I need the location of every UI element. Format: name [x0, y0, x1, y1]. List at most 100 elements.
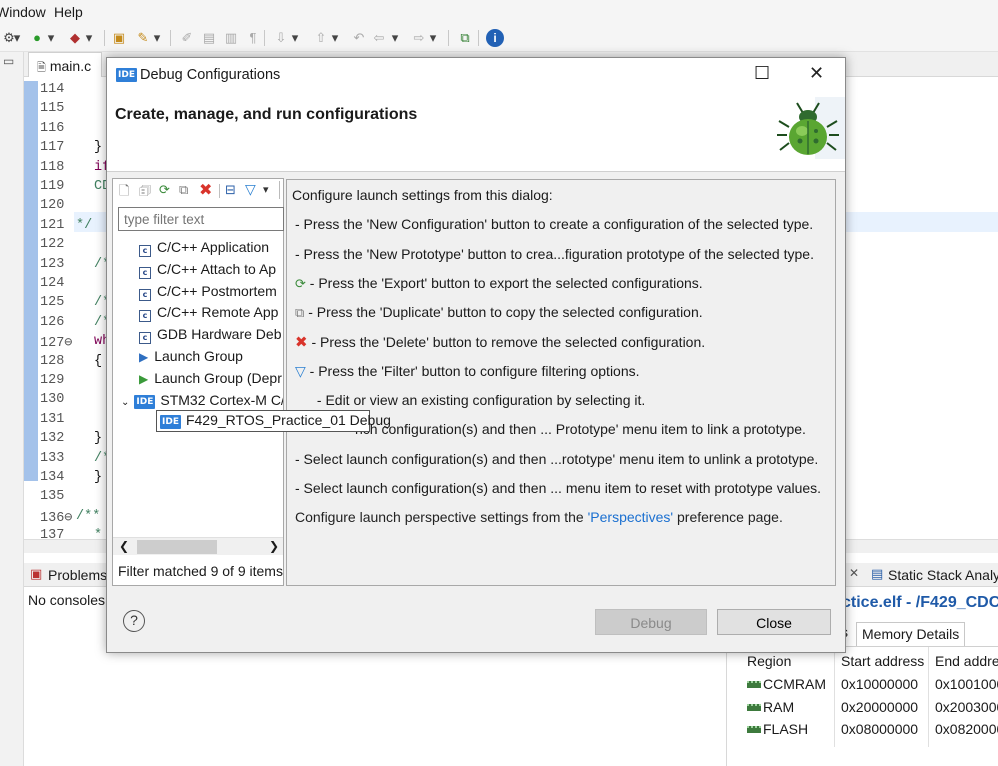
tree-item[interactable]: c C/C++ Application	[139, 237, 283, 257]
dropdown-arrow-icon[interactable]: ▾	[330, 29, 340, 47]
toolbar-separator	[448, 30, 449, 46]
launch-group-icon: ▶	[139, 350, 149, 364]
back-icon[interactable]: ⇦	[370, 29, 388, 47]
duplicate-icon[interactable]: ⧉	[179, 182, 188, 198]
column-header[interactable]: Region	[747, 653, 791, 669]
dropdown-arrow-icon[interactable]: ▾	[390, 29, 400, 47]
tree-item[interactable]: c C/C++ Attach to Ap	[139, 259, 283, 279]
tree-item[interactable]: c C/C++ Remote App	[139, 302, 283, 323]
forward-icon[interactable]: ⇨	[410, 29, 428, 47]
table-cell: RAM	[763, 698, 795, 715]
c-application-icon: c	[139, 332, 151, 345]
minimize-icon[interactable]: ▭	[3, 54, 14, 68]
table-cell: CCMRAM	[763, 676, 826, 692]
code-text: {	[94, 353, 103, 369]
tree-item[interactable]: ⌄ IDE STM32 Cortex-M C/	[121, 390, 283, 410]
scroll-left-icon[interactable]: ❮	[119, 539, 129, 553]
tree-item[interactable]: c GDB Hardware Deb	[139, 324, 283, 345]
subtab-memory-details[interactable]: Memory Details	[856, 622, 966, 646]
ide-icon: IDE	[160, 415, 181, 429]
menu-help[interactable]: Help	[54, 4, 83, 20]
bottom-right-tab-bar: ✕ ▤ Static Stack Analy	[845, 563, 998, 587]
line-number: 120	[40, 198, 65, 214]
new-configuration-icon[interactable]: 🗋	[119, 182, 129, 204]
tree-item-label: C/C++ Attach to Ap	[157, 260, 277, 277]
maximize-icon[interactable]: ☐	[754, 63, 770, 84]
menu-window[interactable]: Window	[0, 4, 46, 20]
column-header[interactable]: Start address	[841, 653, 924, 669]
edit-icon[interactable]: ✐	[178, 29, 196, 47]
outline-icon[interactable]: ▥	[222, 29, 240, 47]
left-trim: ▭	[0, 52, 24, 766]
collapse-all-icon[interactable]: ⊟	[225, 182, 236, 198]
debug-button[interactable]: Debug	[595, 609, 707, 635]
table-cell: 0x08000000	[841, 721, 919, 737]
tree-item-label: GDB Hardware Deb	[157, 326, 282, 343]
tree-item[interactable]: c C/C++ Postmortem	[139, 281, 283, 301]
ide-icon: IDE	[116, 68, 137, 82]
scroll-thumb[interactable]	[137, 540, 217, 554]
tree-item[interactable]: ▶ Launch Group	[139, 346, 283, 366]
c-application-icon: c	[139, 310, 151, 323]
c-application-icon: c	[139, 266, 151, 279]
dropdown-arrow-icon[interactable]: ▾	[290, 29, 300, 47]
tree-item-label: Launch Group	[154, 348, 243, 364]
close-window-icon[interactable]: ✕	[809, 63, 824, 84]
format-icon[interactable]: ▤	[200, 29, 218, 47]
memory-region-icon	[747, 726, 761, 733]
run-icon[interactable]: ●	[28, 29, 46, 47]
selected-configuration-f429-rtos-practice-01-debug[interactable]: IDE F429_RTOS_Practice_01 Debug	[156, 410, 391, 432]
filter-dropdown-icon[interactable]: ▾	[263, 183, 269, 196]
tab-problems[interactable]: Problems	[48, 567, 107, 583]
code-text: }	[94, 431, 103, 447]
dropdown-arrow-icon[interactable]: ▾	[84, 29, 94, 47]
line-number: 129	[40, 373, 65, 388]
help-icon[interactable]: ?	[123, 610, 145, 632]
external-tools-icon[interactable]: ◆	[66, 29, 84, 47]
column-header[interactable]: End addre	[935, 653, 998, 669]
open-perspective-icon[interactable]: ⧉	[456, 29, 474, 47]
code-text: */	[76, 217, 93, 233]
line-number: 133	[40, 450, 65, 466]
dropdown-arrow-icon[interactable]: ▾	[428, 29, 438, 47]
filter-icon[interactable]: ▽	[245, 181, 256, 198]
dropdown-arrow-icon[interactable]: ▾	[152, 29, 162, 47]
tree-horizontal-scrollbar[interactable]: ❮ ❯	[113, 537, 283, 555]
dropdown-arrow-icon[interactable]: ▾	[46, 29, 56, 47]
launch-icon[interactable]: ✎	[134, 29, 152, 47]
close-icon[interactable]: ✕	[849, 566, 859, 580]
analyzer-title: ctice.elf - /F429_CDC	[842, 594, 998, 611]
last-edit-icon[interactable]: ↶	[350, 29, 368, 47]
table-cell: 0x0820000	[935, 721, 998, 737]
code-text: }	[94, 470, 103, 485]
info-line: - Select launch configuration(s) and the…	[295, 450, 818, 468]
perspectives-link[interactable]: 'Perspectives'	[588, 509, 674, 525]
tree-item-label: C/C++ Postmortem	[157, 282, 277, 299]
tree-item[interactable]: ▶ Launch Group (Depr	[139, 368, 283, 388]
expanded-chevron-icon[interactable]: ⌄	[121, 397, 129, 408]
configuration-tree-pane: 🗋 🗊 ⟳ ⧉ ✖ ⊟ ▽ ▾ c C/C++ Application c C/C++…	[112, 178, 284, 586]
info-line: - Press the 'New Prototype' button to cr…	[295, 245, 814, 263]
line-number: 125	[40, 295, 65, 311]
toolbar-separator	[478, 30, 479, 46]
scroll-right-icon[interactable]: ❯	[269, 539, 279, 553]
new-prototype-icon[interactable]: 🗊	[139, 182, 151, 204]
info-text: Configure launch perspective settings fr…	[295, 509, 783, 526]
line-number: 116	[40, 120, 65, 136]
next-annotation-icon[interactable]: ⇩	[272, 29, 290, 47]
delete-icon[interactable]: ✖	[199, 180, 212, 200]
filter-icon: ▽	[295, 362, 306, 379]
memory-region-icon	[747, 703, 761, 711]
dropdown-arrow-icon[interactable]: ▾	[12, 29, 22, 47]
export-icon[interactable]: ⟳	[159, 182, 170, 198]
paragraph-icon[interactable]: ¶	[244, 29, 262, 47]
close-button[interactable]: Close	[717, 609, 831, 635]
filter-input[interactable]	[118, 207, 284, 231]
dialog-titlebar: IDE Debug Configurations ☐ ✕	[107, 58, 845, 92]
info-icon[interactable]: i	[486, 29, 504, 47]
debug-configurations-dialog: IDE Debug Configurations ☐ ✕ Create, man…	[106, 57, 846, 653]
tab-main-c[interactable]: 🗎 main.c	[28, 52, 103, 78]
tab-static-stack-analyzer[interactable]: Static Stack Analy	[888, 567, 998, 583]
prev-annotation-icon[interactable]: ⇧	[312, 29, 330, 47]
open-project-icon[interactable]: ▣	[110, 29, 128, 47]
